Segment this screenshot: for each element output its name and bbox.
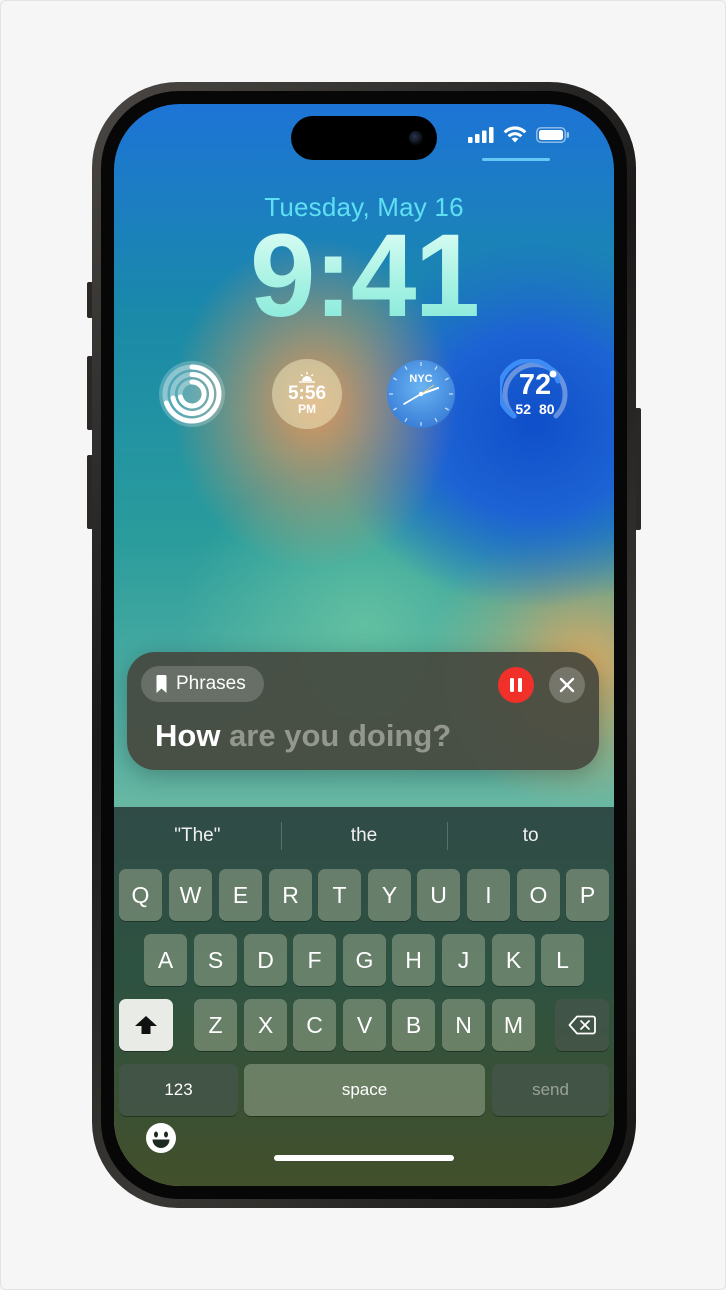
emoji-button[interactable] [145,1122,177,1159]
lock-screen: Tuesday, May 16 9:41 5:56 PM NYC 72 52 8… [114,104,614,1186]
key-h[interactable]: H [392,934,435,986]
sunset-time: 5:56 [287,382,327,404]
key-k[interactable]: K [492,934,535,986]
close-icon [559,677,575,693]
pause-button[interactable] [498,667,534,703]
key-e[interactable]: E [219,869,262,921]
sunset-widget[interactable]: 5:56 PM [272,359,342,429]
close-button[interactable] [549,667,585,703]
home-indicator[interactable] [274,1155,454,1161]
battery-icon [536,126,569,143]
weather-widget[interactable]: 72 52 80 [500,359,570,429]
key-g[interactable]: G [343,934,386,986]
world-clock-city: NYC [409,373,432,385]
space-key[interactable]: space [244,1064,485,1116]
shift-key[interactable] [119,999,173,1051]
sunset-period: PM [298,401,316,416]
key-c[interactable]: C [293,999,336,1051]
live-speech-panel: Phrases How are you doing? [127,652,599,770]
dynamic-island [291,116,437,160]
bookmark-icon [156,674,167,693]
delete-key[interactable] [555,999,609,1051]
keyboard: "The" the to Q W E R T Y U I O P A S D F… [114,807,614,1186]
key-b[interactable]: B [392,999,435,1051]
prediction-1[interactable]: "The" [114,807,281,865]
key-j[interactable]: J [442,934,485,986]
key-t[interactable]: T [318,869,361,921]
key-u[interactable]: U [417,869,460,921]
shift-icon [135,1016,157,1034]
key-i[interactable]: I [467,869,510,921]
prediction-2[interactable]: the [280,807,448,865]
key-n[interactable]: N [442,999,485,1051]
key-d[interactable]: D [244,934,287,986]
pending-words: are you doing? [229,718,452,753]
predictive-bar: "The" the to [114,807,614,865]
key-q[interactable]: Q [119,869,162,921]
pause-icon [510,678,522,692]
speech-text: How are you doing? [155,718,451,754]
lock-time: 9:41 [114,211,614,342]
key-z[interactable]: Z [194,999,237,1051]
cellular-signal-icon [468,126,494,143]
key-o[interactable]: O [517,869,560,921]
key-r[interactable]: R [269,869,312,921]
key-p[interactable]: P [566,869,609,921]
camera-icon [409,131,423,145]
key-x[interactable]: X [244,999,287,1051]
activity-rings-icon[interactable] [157,359,227,429]
lock-indicator-line [482,158,550,161]
temperature-gauge-icon [500,359,568,419]
status-bar [468,126,570,143]
wifi-icon [503,126,527,143]
delete-icon [568,1015,596,1035]
key-l[interactable]: L [541,934,584,986]
prediction-3[interactable]: to [447,807,614,865]
numbers-key[interactable]: 123 [119,1064,238,1116]
iphone-device: Tuesday, May 16 9:41 5:56 PM NYC 72 52 8… [92,82,636,1208]
key-s[interactable]: S [194,934,237,986]
phrases-label: Phrases [176,673,246,694]
world-clock-widget[interactable]: NYC [386,359,456,429]
key-y[interactable]: Y [368,869,411,921]
key-a[interactable]: A [144,934,187,986]
key-w[interactable]: W [169,869,212,921]
emoji-icon [146,1123,176,1153]
key-f[interactable]: F [293,934,336,986]
key-m[interactable]: M [492,999,535,1051]
key-v[interactable]: V [343,999,386,1051]
send-key[interactable]: send [492,1064,609,1116]
spoken-word: How [155,718,221,753]
phrases-button[interactable]: Phrases [141,666,264,702]
sunset-icon [299,371,315,383]
